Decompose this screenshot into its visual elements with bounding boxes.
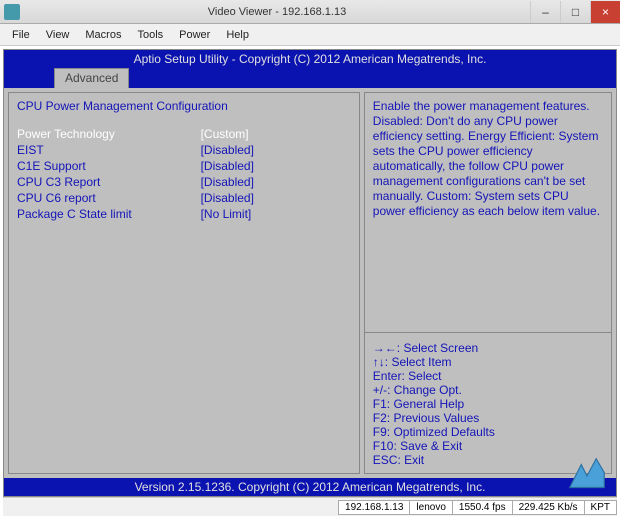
option-value: [No Limit] [201,207,351,221]
key-hint: Enter: Select [373,369,603,383]
close-button[interactable]: × [590,1,620,23]
statusbar: 192.168.1.13 lenovo 1550.4 fps 229.425 K… [3,497,617,516]
bios-footer: Version 2.15.1236. Copyright (C) 2012 Am… [4,478,616,496]
option-eist[interactable]: EIST[Disabled] [17,143,351,157]
minimize-button[interactable]: – [530,1,560,23]
window-titlebar: Video Viewer - 192.168.1.13 – □ × [0,0,620,24]
key-hint: ↑↓: Select Item [373,355,603,369]
option-value: [Disabled] [201,175,351,189]
option-label: EIST [17,143,201,157]
bios-header: Aptio Setup Utility - Copyright (C) 2012… [4,50,616,68]
key-hint: F2: Previous Values [373,411,603,425]
bios-left-panel: CPU Power Management Configuration Power… [8,92,360,474]
key-hint: →←: Select Screen [373,341,603,355]
menu-macros[interactable]: Macros [77,27,129,43]
maximize-button[interactable]: □ [560,1,590,23]
help-text: Enable the power management features. Di… [373,99,603,219]
status-ip: 192.168.1.13 [338,500,410,515]
status-kpt: KPT [584,500,617,515]
status-fps: 1550.4 fps [452,500,513,515]
option-package-c-state-limit[interactable]: Package C State limit[No Limit] [17,207,351,221]
window-controls: – □ × [530,1,620,23]
menu-file[interactable]: File [4,27,38,43]
option-value: [Custom] [201,127,351,141]
menu-help[interactable]: Help [218,27,257,43]
status-kbps: 229.425 Kb/s [512,500,585,515]
option-c1e-support[interactable]: C1E Support[Disabled] [17,159,351,173]
option-power-technology[interactable]: Power Technology[Custom] [17,127,351,141]
menu-power[interactable]: Power [171,27,218,43]
bios-body: CPU Power Management Configuration Power… [4,88,616,478]
bios-tab-row: Advanced [4,68,616,88]
option-label: Package C State limit [17,207,201,221]
option-label: C1E Support [17,159,201,173]
bios-screen: Aptio Setup Utility - Copyright (C) 2012… [3,49,617,497]
option-cpu-c3-report[interactable]: CPU C3 Report[Disabled] [17,175,351,189]
key-hint: F9: Optimized Defaults [373,425,603,439]
bios-right-panel: Enable the power management features. Di… [364,92,612,474]
key-hint: ESC: Exit [373,453,603,467]
menubar: File View Macros Tools Power Help [0,24,620,46]
app-icon [4,4,20,20]
key-hint: F10: Save & Exit [373,439,603,453]
tab-advanced[interactable]: Advanced [54,68,129,88]
option-cpu-c6-report[interactable]: CPU C6 report[Disabled] [17,191,351,205]
window-title: Video Viewer - 192.168.1.13 [24,6,530,18]
option-value: [Disabled] [201,143,351,157]
option-label: CPU C6 report [17,191,201,205]
menu-tools[interactable]: Tools [129,27,171,43]
option-label: CPU C3 Report [17,175,201,189]
option-value: [Disabled] [201,159,351,173]
menu-view[interactable]: View [38,27,78,43]
status-host: lenovo [409,500,452,515]
option-value: [Disabled] [201,191,351,205]
help-divider [365,332,611,333]
option-label: Power Technology [17,127,201,141]
key-hint: +/-: Change Opt. [373,383,603,397]
section-title: CPU Power Management Configuration [17,99,351,113]
key-hint: F1: General Help [373,397,603,411]
